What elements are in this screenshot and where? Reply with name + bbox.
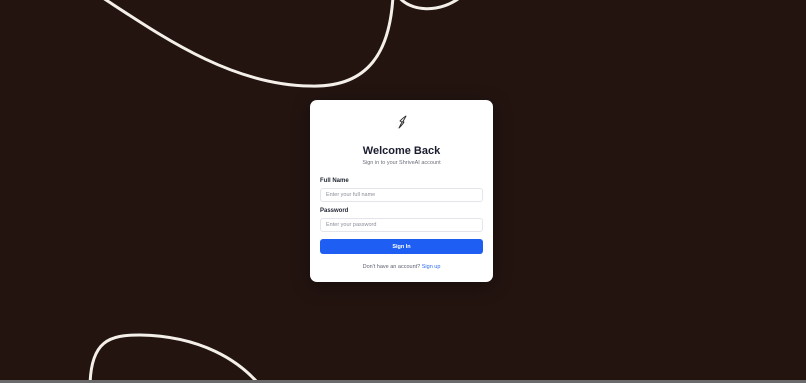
password-input[interactable] bbox=[320, 218, 483, 232]
full-name-input[interactable] bbox=[320, 188, 483, 202]
sign-up-link[interactable]: Sign up bbox=[422, 264, 441, 270]
leaf-brand-icon bbox=[398, 115, 407, 129]
signup-prompt-text: Don't have an account? bbox=[362, 264, 421, 270]
page-title: Welcome Back bbox=[362, 145, 441, 157]
full-name-label: Full Name bbox=[320, 178, 349, 184]
top-curve bbox=[103, 0, 395, 88]
signup-prompt: Don't have an account? Sign up bbox=[310, 264, 493, 270]
bottom-curve bbox=[88, 333, 260, 383]
sign-in-button[interactable]: Sign In bbox=[320, 239, 483, 254]
login-card: Welcome Back Sign in to your ShriveAI ac… bbox=[310, 100, 493, 282]
page-subtitle: Sign in to your ShriveAI account bbox=[362, 160, 441, 166]
top-right-curve bbox=[399, 0, 459, 11]
login-page: Welcome Back Sign in to your ShriveAI ac… bbox=[0, 0, 806, 383]
password-label: Password bbox=[320, 208, 349, 214]
